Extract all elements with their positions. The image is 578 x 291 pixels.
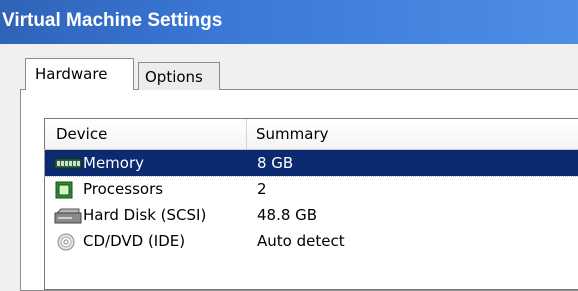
processor-icon xyxy=(54,181,82,199)
column-header-device[interactable]: Device xyxy=(56,125,107,143)
title-bar[interactable]: Virtual Machine Settings xyxy=(0,0,578,44)
hard-disk-icon xyxy=(54,207,82,225)
device-name: Processors xyxy=(83,180,164,198)
tab-hardware[interactable]: Hardware xyxy=(25,58,134,90)
tab-options[interactable]: Options xyxy=(138,62,220,90)
window-title: Virtual Machine Settings xyxy=(2,10,223,31)
column-header-summary[interactable]: Summary xyxy=(256,125,329,143)
device-summary: 8 GB xyxy=(257,154,294,172)
device-name: Memory xyxy=(83,154,145,172)
cd-dvd-icon xyxy=(54,233,82,251)
device-summary: 2 xyxy=(257,180,267,198)
device-name: CD/DVD (IDE) xyxy=(83,232,186,250)
device-summary: 48.8 GB xyxy=(257,206,318,224)
tab-options-label: Options xyxy=(145,68,203,86)
list-header: Device Summary xyxy=(45,119,578,150)
column-divider[interactable] xyxy=(246,119,247,149)
device-summary: Auto detect xyxy=(257,232,345,250)
memory-icon xyxy=(54,155,82,173)
device-row-memory[interactable]: Memory 8 GB xyxy=(44,149,578,177)
device-row-hard-disk[interactable]: Hard Disk (SCSI) 48.8 GB xyxy=(45,202,578,228)
device-row-cd-dvd[interactable]: CD/DVD (IDE) Auto detect xyxy=(45,228,578,254)
device-row-processors[interactable]: Processors 2 xyxy=(45,176,578,202)
tab-hardware-label: Hardware xyxy=(35,65,108,83)
device-name: Hard Disk (SCSI) xyxy=(83,206,207,224)
device-list[interactable]: Device Summary Memory 8 GB Processors 2 … xyxy=(44,118,578,290)
